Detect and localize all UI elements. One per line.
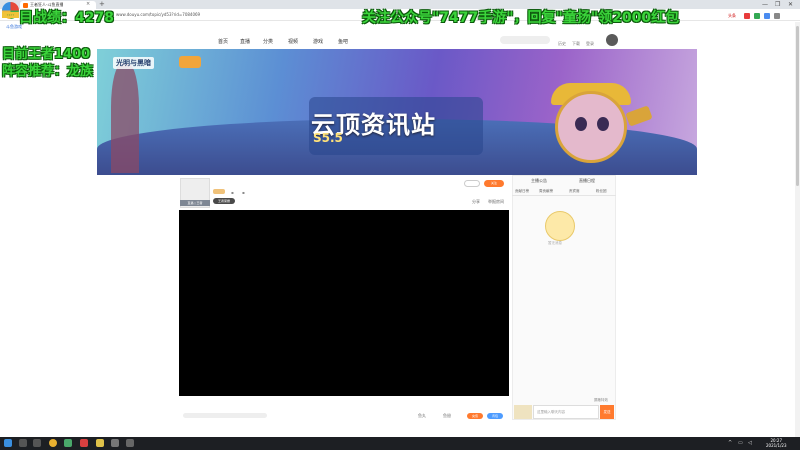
overlay-promo: 关注公众号"7477手游"，回复"童扬"领2000红包	[362, 10, 680, 26]
nav-category[interactable]: 分类	[263, 38, 273, 45]
chrome-icon[interactable]	[49, 439, 57, 447]
recharge-button[interactable]: 充值	[467, 413, 483, 419]
extension-icon[interactable]	[754, 13, 760, 19]
report-link[interactable]: 举报房间	[488, 199, 504, 205]
folder-icon[interactable]	[96, 439, 104, 447]
taskbar-clock[interactable]: 20:27 2021/1/23	[766, 438, 787, 448]
penguin-eye	[575, 117, 587, 131]
banner-logo: 光明与黑暗	[113, 57, 154, 69]
penguin-eye	[597, 117, 609, 131]
penguin-wing	[625, 105, 653, 127]
login-link[interactable]: 登录	[586, 41, 594, 47]
download-link[interactable]: 下载	[572, 41, 580, 47]
send-button[interactable]: 发送	[600, 405, 614, 419]
penguin-hero-body	[555, 91, 627, 163]
backpack-button[interactable]: 背包	[487, 413, 503, 419]
share-link[interactable]: 分享	[472, 199, 480, 205]
extension-label[interactable]: 头条	[728, 13, 736, 19]
overlay-lineup: 阵容推荐：龙族	[2, 64, 94, 79]
tab-weekly-rank[interactable]: 周贡献榜	[539, 189, 553, 194]
windows-start-icon[interactable]	[4, 439, 12, 447]
nav-game[interactable]: 游戏	[313, 38, 323, 45]
network-icon[interactable]: ▭	[738, 440, 743, 446]
room-info-dot: ▪	[242, 190, 245, 195]
app-icon[interactable]	[126, 439, 134, 447]
follow-count	[464, 180, 480, 187]
site-search-input[interactable]	[500, 36, 550, 44]
menu-icon[interactable]	[774, 13, 780, 19]
overlay-logo-label: 7477	[2, 12, 19, 18]
chat-empty-text: 暂无消息	[548, 241, 562, 245]
tab-fans[interactable]: 粉丝团	[596, 189, 607, 194]
room-level-badge	[213, 189, 225, 194]
volume-icon[interactable]: ◁	[748, 440, 752, 446]
maximize-icon[interactable]: ❐	[775, 1, 780, 8]
extension-icon[interactable]	[744, 13, 750, 19]
banner-subtitle: S5.5	[313, 131, 343, 145]
extension-icon[interactable]	[764, 13, 770, 19]
tree-icon	[111, 63, 139, 173]
search-icon[interactable]	[19, 439, 27, 447]
video-player[interactable]	[179, 210, 509, 396]
mascot-icon	[545, 211, 575, 241]
nav-home[interactable]: 首页	[218, 38, 228, 45]
chat-input[interactable]: 这里输入聊天内容	[533, 405, 599, 419]
nav-video[interactable]: 视频	[288, 38, 298, 45]
room-info-dot: ▪	[231, 190, 234, 195]
windows-taskbar	[0, 437, 800, 450]
tray-up-icon[interactable]: ^	[728, 440, 732, 446]
overlay-score: 目战绩：4278	[19, 10, 114, 26]
gift-bar-placeholder	[183, 413, 267, 418]
fishfin-option[interactable]: 鱼翅	[443, 413, 451, 419]
effects-checkbox[interactable]: 屏蔽特效	[594, 398, 608, 403]
fishball-option[interactable]: 鱼丸	[418, 413, 426, 419]
url-input[interactable]: www.douyu.com/topic/yd53?rid=7084069	[116, 12, 200, 17]
tab-schedule[interactable]: 直播日程	[579, 178, 595, 184]
tab-daily-rank[interactable]: 贡献日榜	[515, 189, 529, 194]
nav-live[interactable]: 直播	[240, 38, 250, 45]
site-header	[0, 29, 800, 49]
room-badge: 直播 | 王者	[180, 200, 210, 206]
room-category-tag[interactable]: 王者荣耀	[213, 198, 235, 204]
banner-logo-badge	[179, 56, 201, 68]
follow-button[interactable]: 关注	[484, 180, 504, 187]
user-avatar[interactable]	[606, 34, 618, 46]
app-icon[interactable]	[80, 439, 88, 447]
chat-user-icon	[514, 405, 532, 419]
scrollbar-thumb[interactable]	[796, 26, 799, 186]
clock-date: 2021/1/23	[766, 443, 787, 448]
minimize-icon[interactable]: —	[762, 1, 768, 8]
app-icon[interactable]	[64, 439, 72, 447]
tab-announcement[interactable]: 主播公告	[531, 178, 547, 184]
app-icon[interactable]	[111, 439, 119, 447]
close-window-icon[interactable]: ✕	[788, 1, 793, 8]
nav-fishbar[interactable]: 鱼吧	[338, 38, 348, 45]
topic-banner: 云顶资讯站 S5.5 光明与黑暗	[97, 49, 697, 175]
history-link[interactable]: 历史	[558, 41, 566, 47]
tab-vip[interactable]: 贵宾席	[569, 189, 580, 194]
task-view-icon[interactable]	[33, 439, 41, 447]
